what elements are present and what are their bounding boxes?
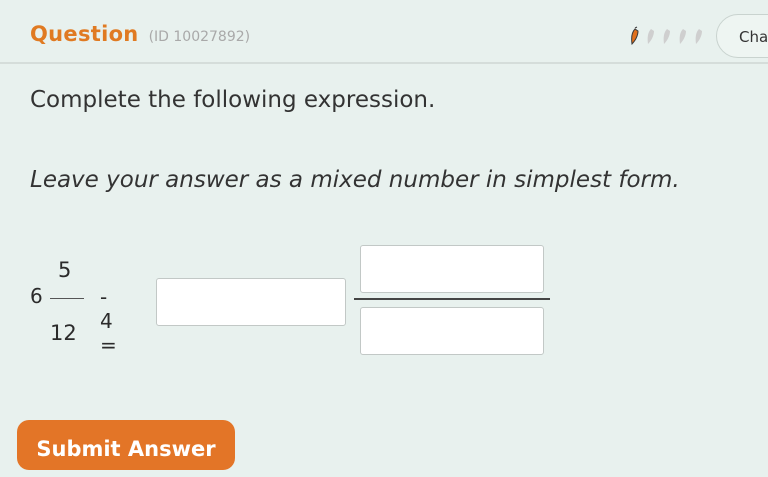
answer-fraction-bar (354, 298, 550, 300)
question-instruction: Complete the following expression. (30, 87, 436, 113)
change-button[interactable]: Cha (716, 14, 768, 58)
pepper-icon (631, 26, 639, 46)
pepper-icon (647, 29, 654, 44)
pepper-icon (695, 29, 702, 44)
expression-whole: 6 (30, 284, 43, 308)
expression-operation: - 4 = (100, 285, 117, 357)
header-divider (0, 62, 768, 64)
pepper-icon (663, 29, 670, 44)
expression-numerator: 5 (58, 258, 72, 282)
answer-denominator-input[interactable] (360, 307, 544, 355)
expression-fraction-bar (50, 298, 84, 299)
answer-numerator-input[interactable] (360, 245, 544, 293)
answer-whole-input[interactable] (156, 278, 346, 326)
question-note: Leave your answer as a mixed number in s… (30, 167, 680, 193)
expression-denominator: 12 (50, 321, 77, 345)
submit-answer-button[interactable]: Submit Answer (17, 420, 235, 470)
difficulty-rating (628, 26, 706, 46)
question-id: (ID 10027892) (148, 29, 251, 45)
question-title: Question (30, 22, 139, 46)
question-header: Question (ID 10027892) (30, 22, 250, 52)
pepper-icon (679, 29, 686, 44)
